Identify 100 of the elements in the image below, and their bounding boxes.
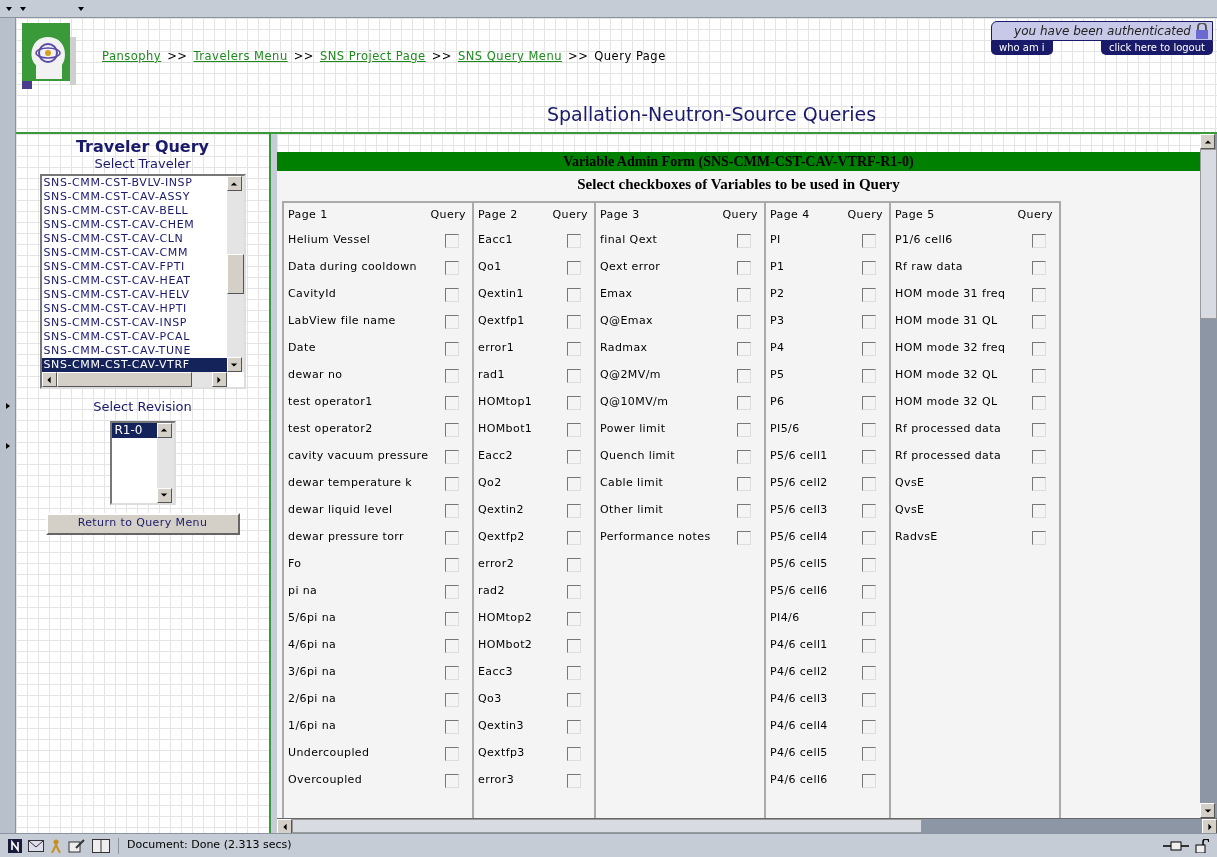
traveler-option[interactable]: SNS-CMM-CST-CAV-CMM xyxy=(41,246,227,260)
query-checkbox[interactable] xyxy=(445,503,459,518)
scroll-arrow-button[interactable] xyxy=(226,176,242,191)
breadcrumb-link[interactable]: SNS Project Page xyxy=(319,48,426,66)
query-checkbox[interactable] xyxy=(737,503,751,518)
query-checkbox[interactable] xyxy=(1032,260,1046,275)
query-checkbox[interactable] xyxy=(445,719,459,734)
auth-button[interactable]: who am i xyxy=(991,41,1053,55)
query-checkbox[interactable] xyxy=(862,638,876,653)
query-checkbox[interactable] xyxy=(567,557,581,572)
scroll-arrow-button[interactable] xyxy=(1200,134,1215,149)
horizontal-scrollbar[interactable] xyxy=(277,818,1217,833)
query-checkbox[interactable] xyxy=(445,314,459,329)
navigator-icon[interactable] xyxy=(8,838,22,853)
breadcrumb-link[interactable]: SNS Query Menu xyxy=(457,48,562,66)
query-checkbox[interactable] xyxy=(862,476,876,491)
traveler-option[interactable]: SNS-CMM-CST-CAV-HEAT xyxy=(41,274,227,288)
query-checkbox[interactable] xyxy=(445,341,459,356)
query-checkbox[interactable] xyxy=(862,665,876,680)
query-checkbox[interactable] xyxy=(862,368,876,383)
query-checkbox[interactable] xyxy=(1032,449,1046,464)
query-checkbox[interactable] xyxy=(567,314,581,329)
scroll-thumb[interactable] xyxy=(292,819,922,833)
revision-option[interactable]: R1-0 xyxy=(111,422,157,438)
scroll-thumb[interactable] xyxy=(1200,149,1217,319)
padlock-icon[interactable] xyxy=(1195,838,1209,853)
query-checkbox[interactable] xyxy=(445,422,459,437)
query-checkbox[interactable] xyxy=(567,260,581,275)
query-checkbox[interactable] xyxy=(1032,503,1046,518)
query-checkbox[interactable] xyxy=(445,476,459,491)
query-checkbox[interactable] xyxy=(1032,233,1046,248)
traveler-option[interactable]: SNS-CMM-CST-BVLV-INSP xyxy=(41,176,227,190)
query-checkbox[interactable] xyxy=(567,449,581,464)
query-checkbox[interactable] xyxy=(737,233,751,248)
horizontal-scrollbar[interactable] xyxy=(41,372,227,387)
query-checkbox[interactable] xyxy=(862,746,876,761)
query-checkbox[interactable] xyxy=(567,530,581,545)
query-checkbox[interactable] xyxy=(862,287,876,302)
query-checkbox[interactable] xyxy=(567,665,581,680)
vertical-scrollbar[interactable] xyxy=(156,422,174,503)
query-checkbox[interactable] xyxy=(445,395,459,410)
query-checkbox[interactable] xyxy=(567,476,581,491)
query-checkbox[interactable] xyxy=(445,449,459,464)
query-checkbox[interactable] xyxy=(567,773,581,788)
return-button[interactable]: Return to Query Menu xyxy=(45,512,240,535)
scroll-arrow-button[interactable] xyxy=(1200,803,1215,818)
query-checkbox[interactable] xyxy=(445,557,459,572)
query-checkbox[interactable] xyxy=(567,233,581,248)
query-checkbox[interactable] xyxy=(445,287,459,302)
query-checkbox[interactable] xyxy=(567,638,581,653)
query-checkbox[interactable] xyxy=(737,341,751,356)
query-checkbox[interactable] xyxy=(567,692,581,707)
query-checkbox[interactable] xyxy=(567,503,581,518)
query-checkbox[interactable] xyxy=(862,449,876,464)
query-checkbox[interactable] xyxy=(862,341,876,356)
query-checkbox[interactable] xyxy=(862,395,876,410)
query-checkbox[interactable] xyxy=(737,530,751,545)
query-checkbox[interactable] xyxy=(1032,341,1046,356)
query-checkbox[interactable] xyxy=(1032,395,1046,410)
query-checkbox[interactable] xyxy=(862,314,876,329)
traveler-option[interactable]: SNS-CMM-CST-CAV-CHEM xyxy=(41,218,227,232)
traveler-option[interactable]: SNS-CMM-CST-CAV-TUNE xyxy=(41,344,227,358)
query-checkbox[interactable] xyxy=(567,341,581,356)
query-checkbox[interactable] xyxy=(445,530,459,545)
query-checkbox[interactable] xyxy=(1032,314,1046,329)
query-checkbox[interactable] xyxy=(737,476,751,491)
query-checkbox[interactable] xyxy=(737,395,751,410)
query-checkbox[interactable] xyxy=(737,314,751,329)
mail-icon[interactable] xyxy=(28,839,44,852)
revision-listbox[interactable]: R1-0 xyxy=(109,420,176,505)
traveler-option[interactable]: SNS-CMM-CST-CAV-PCAL xyxy=(41,330,227,344)
scroll-arrow-button[interactable] xyxy=(156,487,172,503)
query-checkbox[interactable] xyxy=(445,665,459,680)
query-checkbox[interactable] xyxy=(1032,476,1046,491)
query-checkbox[interactable] xyxy=(567,422,581,437)
query-checkbox[interactable] xyxy=(862,557,876,572)
traveler-option[interactable]: SNS-CMM-CST-CAV-INSP xyxy=(41,316,227,330)
traveler-option[interactable]: SNS-CMM-CST-CAV-FPTI xyxy=(41,260,227,274)
address-book-icon[interactable] xyxy=(92,838,110,853)
query-checkbox[interactable] xyxy=(1032,287,1046,302)
query-checkbox[interactable] xyxy=(567,287,581,302)
traveler-option[interactable]: SNS-CMM-CST-CAV-ASSY xyxy=(41,190,227,204)
query-checkbox[interactable] xyxy=(862,692,876,707)
query-checkbox[interactable] xyxy=(567,395,581,410)
query-checkbox[interactable] xyxy=(445,584,459,599)
query-checkbox[interactable] xyxy=(862,719,876,734)
query-checkbox[interactable] xyxy=(445,233,459,248)
query-checkbox[interactable] xyxy=(737,287,751,302)
query-checkbox[interactable] xyxy=(862,503,876,518)
query-checkbox[interactable] xyxy=(445,611,459,626)
vertical-scrollbar[interactable] xyxy=(226,176,244,372)
query-checkbox[interactable] xyxy=(445,368,459,383)
query-checkbox[interactable] xyxy=(567,746,581,761)
query-checkbox[interactable] xyxy=(445,260,459,275)
query-checkbox[interactable] xyxy=(737,422,751,437)
query-checkbox[interactable] xyxy=(445,692,459,707)
query-checkbox[interactable] xyxy=(1032,422,1046,437)
breadcrumb-link[interactable]: Pansophy xyxy=(102,48,162,66)
traveler-option[interactable]: SNS-CMM-CST-CAV-HPTI xyxy=(41,302,227,316)
query-checkbox[interactable] xyxy=(567,719,581,734)
